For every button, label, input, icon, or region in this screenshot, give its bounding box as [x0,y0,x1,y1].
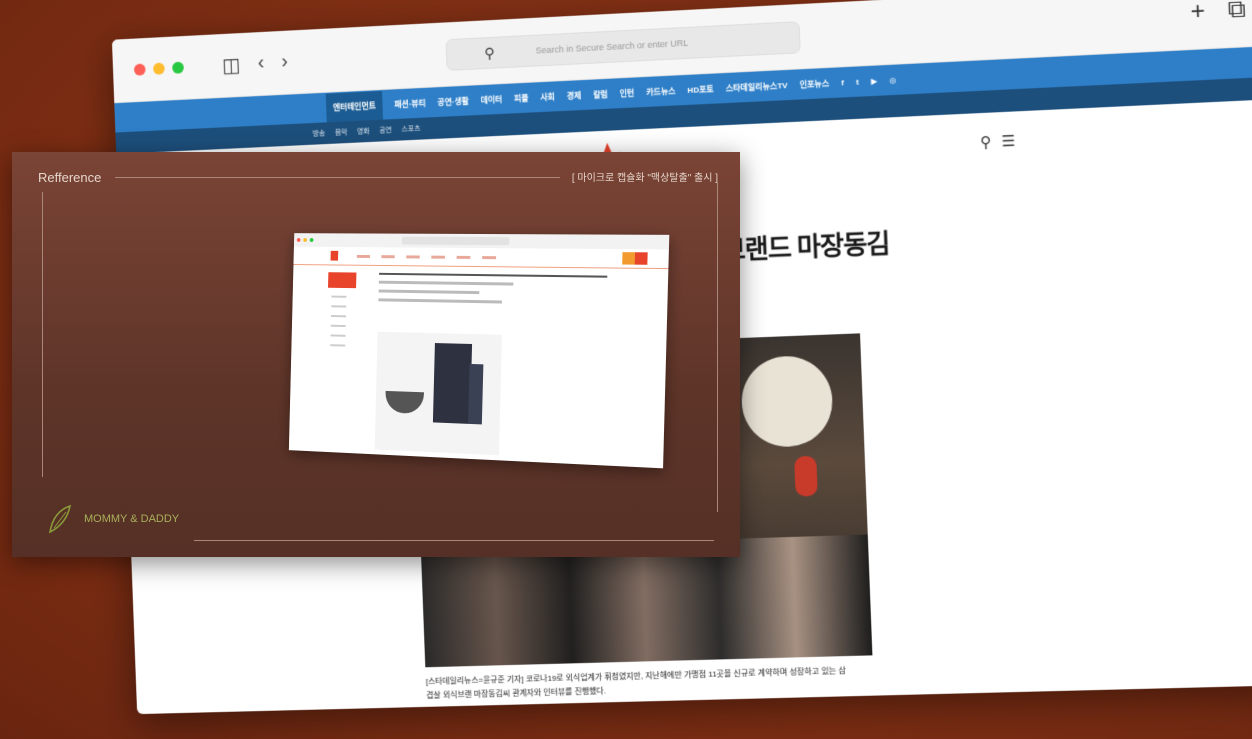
sub-nav-item[interactable]: 스포츠 [401,124,420,135]
window-controls [133,61,184,76]
sidebar-icon[interactable]: ◫ [222,52,241,77]
sub-nav-item[interactable]: 방송 [312,128,326,138]
address-placeholder: Search in Secure Search or enter URL [535,37,689,56]
nav-item[interactable]: 칼럼 [593,88,608,100]
divider [194,540,714,541]
reference-caption: [ 마이크로 캡슐화 "맥상탈출" 출시 ] [571,173,718,184]
nav-item[interactable]: 데이터 [480,94,502,106]
mini-close-dot [296,237,301,242]
social-icon[interactable]: f [841,78,844,87]
reference-label: Refference [38,170,102,185]
nav-item[interactable]: 공연·생활 [437,95,469,107]
divider [115,177,560,178]
social-icon[interactable]: ▶ [871,76,878,85]
nav-item[interactable]: 엔터테인먼트 [325,90,384,122]
menu-icon[interactable]: ☰ [1001,132,1015,151]
sub-nav-item[interactable]: 영화 [357,126,370,136]
site-search-icon[interactable]: ⚲ [980,133,992,152]
mini-address-bar [401,236,510,246]
nav-item[interactable]: 패션·뷰티 [394,97,426,109]
brand-name: MOMMY & DADDY [84,513,180,525]
sub-nav-item[interactable]: 음악 [335,127,348,137]
social-icon[interactable]: ◎ [889,75,896,84]
mini-zoom-dot [309,238,314,242]
zoom-window-button[interactable] [172,61,184,74]
nav-item[interactable]: 카드뉴스 [646,85,676,97]
mini-product-image [374,331,503,456]
nav-item[interactable]: 사회 [540,91,555,103]
nav-item[interactable]: 경제 [567,90,582,102]
browser-actions: + ⧉ [1190,0,1246,27]
mini-site-header: ​ [293,246,669,270]
brand-logo: MOMMY & DADDY [44,502,179,536]
back-icon[interactable]: ‹ [257,51,264,76]
tab-overview-icon[interactable]: ⧉ [1227,0,1246,25]
mini-browser-screenshot: ​ [288,233,670,469]
search-icon: ⚲ [484,44,495,61]
sub-nav-item[interactable]: 공연 [379,125,392,135]
reference-panel: Refference [ 마이크로 캡슐화 "맥상탈출" 출시 ] ​ [12,152,740,557]
new-tab-icon[interactable]: + [1190,0,1206,27]
mini-sidebar [324,272,357,448]
divider [42,192,43,477]
mini-search-button [622,252,636,265]
lantern [794,455,818,497]
mini-logo: ​ [330,250,339,261]
mini-minimize-dot [303,238,308,242]
minimize-window-button[interactable] [152,62,165,75]
nav-item[interactable]: 인포뉴스 [799,77,829,89]
social-icon[interactable]: t [856,77,859,86]
nav-item[interactable]: HD포토 [687,83,714,95]
close-window-button[interactable] [133,63,146,76]
address-bar[interactable]: ⚲ Search in Secure Search or enter URL [445,21,801,71]
divider [717,182,718,512]
header-tools: ⚲ ☰ [980,132,1016,152]
mini-menu-button [634,252,648,265]
nav-item[interactable]: 피플 [514,92,529,104]
nav-item[interactable]: 인턴 [619,87,634,99]
leaf-icon [48,504,72,534]
nav-item[interactable]: 스타데일리뉴스TV [725,80,787,94]
navigation-controls: ◫ ‹ › [222,50,289,78]
mini-toolbar [293,233,670,250]
article-lead: [스타데일리뉴스=윤규준 기자] 코로나19로 외식업계가 휘청였지만, 지난해… [425,666,847,700]
restaurant-sign [740,354,834,449]
mini-article [378,272,608,306]
forward-icon[interactable]: › [281,50,288,75]
mini-menu [356,254,497,259]
